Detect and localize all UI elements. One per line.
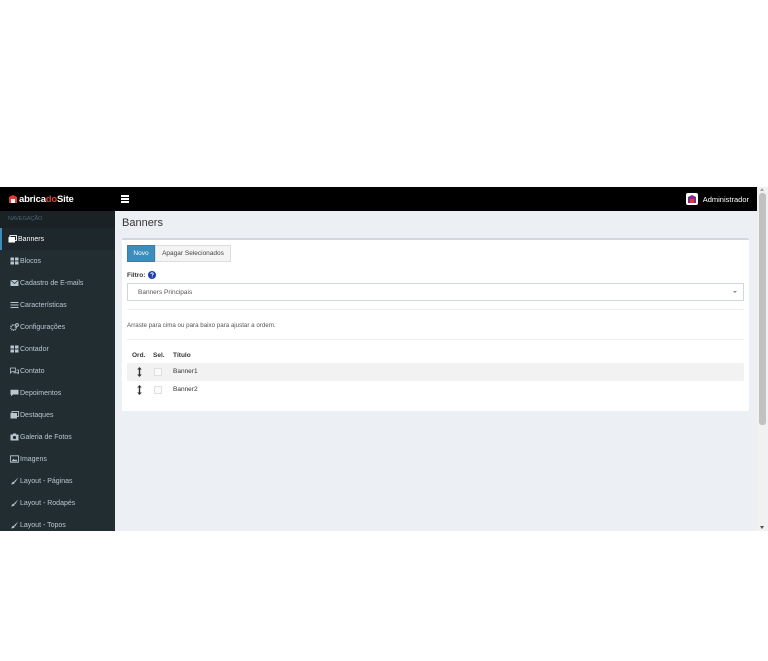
drag-handle-icon[interactable]	[137, 385, 142, 395]
sidebar-item-label: Banners	[18, 235, 45, 243]
th-large-icon	[10, 345, 19, 353]
app-frame: abrica do Site Administrador NAVEGAÇÃO Ban…	[0, 187, 768, 531]
sidebar-item-galeria-fotos[interactable]: Galeria de Fotos	[0, 426, 115, 448]
cogs-icon	[10, 323, 19, 331]
page-scrollbar[interactable]	[757, 187, 768, 531]
sidebar-item-label: Imagens	[20, 455, 47, 463]
scrollbar-thumb[interactable]	[759, 193, 766, 425]
brush-icon	[11, 521, 19, 529]
envelope-icon	[10, 279, 19, 286]
row-title: Banner2	[173, 386, 198, 393]
sidebar-item-imagens[interactable]: Imagens	[0, 448, 115, 470]
sidebar-item-label: Layout - Topos	[20, 521, 66, 529]
scroll-up-arrow-icon[interactable]	[760, 188, 764, 191]
camera-icon	[10, 433, 19, 441]
th-large-icon	[10, 257, 19, 265]
question-circle-icon[interactable]	[148, 271, 157, 279]
sidebar-toggle-icon[interactable]	[121, 195, 129, 203]
filter-label-text: Filtro:	[127, 271, 146, 279]
brand-text-3: Site	[57, 193, 74, 205]
brush-icon	[11, 477, 19, 485]
sidebar-item-banners[interactable]: Banners	[0, 228, 115, 250]
filter-label: Filtro:	[127, 271, 157, 279]
sidebar-item-layout-rodapes[interactable]: Layout - Rodapés	[0, 492, 115, 514]
column-header-sel: Sel.	[153, 352, 165, 359]
sidebar-item-layout-topos[interactable]: Layout - Topos	[0, 514, 115, 531]
images-icon	[10, 411, 19, 419]
sidebar-item-label: Layout - Páginas	[20, 477, 73, 485]
sidebar-item-label: Cadastro de E-mails	[20, 279, 84, 287]
sidebar-item-label: Blocos	[20, 257, 42, 265]
list-icon	[10, 302, 19, 308]
sidebar-item-caracteristicas[interactable]: Características	[0, 294, 115, 316]
sidebar-item-layout-paginas[interactable]: Layout - Páginas	[0, 470, 115, 492]
row-title: Banner1	[173, 368, 198, 375]
brand-text-2: do	[45, 193, 58, 205]
delete-selected-button[interactable]: Apagar Selecionados	[155, 245, 231, 262]
drag-hint: Arraste para cima ou para baixo para aju…	[127, 322, 276, 329]
sidebar-item-label: Características	[20, 301, 67, 309]
sidebar-item-contador[interactable]: Contador	[0, 338, 115, 360]
sidebar-item-label: Contador	[20, 345, 49, 353]
comments-icon	[10, 367, 19, 375]
table-row[interactable]: Banner2	[127, 381, 744, 399]
user-avatar-icon	[685, 193, 698, 205]
user-name: Administrador	[702, 194, 749, 204]
brand-logo[interactable]: abrica do Site	[8, 192, 74, 206]
sidebar-item-cadastro-emails[interactable]: Cadastro de E-mails	[0, 272, 115, 294]
brand-text-1: abrica	[19, 193, 46, 205]
brush-icon	[11, 499, 19, 507]
filter-select-value: Banners Principais	[138, 288, 193, 296]
comment-icon	[10, 389, 19, 397]
column-header-ord: Ord.	[132, 352, 146, 359]
column-header-titulo: Título	[173, 352, 191, 359]
chevron-down-icon	[733, 291, 737, 293]
sidebar-item-label: Layout - Rodapés	[20, 499, 76, 507]
sidebar-item-label: Galeria de Fotos	[20, 433, 72, 441]
sidebar-item-label: Configurações	[20, 323, 66, 331]
scroll-down-arrow-icon[interactable]	[760, 526, 764, 529]
divider	[127, 309, 744, 310]
user-menu[interactable]: Administrador	[685, 193, 749, 205]
brand-logo-icon	[9, 195, 17, 203]
sidebar-item-label: Contato	[20, 367, 45, 375]
divider	[127, 339, 744, 340]
sidebar: NAVEGAÇÃO Banners Blocos Cadastro de E-m…	[0, 211, 115, 531]
top-navbar: abrica do Site Administrador	[0, 187, 757, 211]
table-row[interactable]: Banner1	[127, 363, 744, 381]
row-select-checkbox[interactable]	[154, 368, 162, 376]
drag-handle-icon[interactable]	[137, 367, 142, 377]
sidebar-item-blocos[interactable]: Blocos	[0, 250, 115, 272]
filter-select[interactable]: Banners Principais	[127, 283, 744, 301]
new-button[interactable]: Novo	[127, 245, 155, 262]
images-icon	[8, 235, 17, 243]
page-title: Banners	[122, 217, 163, 229]
sidebar-item-contato[interactable]: Contato	[0, 360, 115, 382]
sidebar-item-configuracoes[interactable]: Configurações	[0, 316, 115, 338]
image-icon	[10, 455, 19, 463]
sidebar-header: NAVEGAÇÃO	[0, 211, 115, 228]
sidebar-item-label: Destaques	[20, 411, 54, 419]
sidebar-item-label: Depoimentos	[20, 389, 62, 397]
banners-box: Novo Apagar Selecionados Filtro: Banners…	[122, 238, 749, 411]
main-content: Banners Novo Apagar Selecionados Filtro:…	[115, 211, 757, 531]
row-select-checkbox[interactable]	[154, 386, 162, 394]
sidebar-item-depoimentos[interactable]: Depoimentos	[0, 382, 115, 404]
sidebar-item-destaques[interactable]: Destaques	[0, 404, 115, 426]
